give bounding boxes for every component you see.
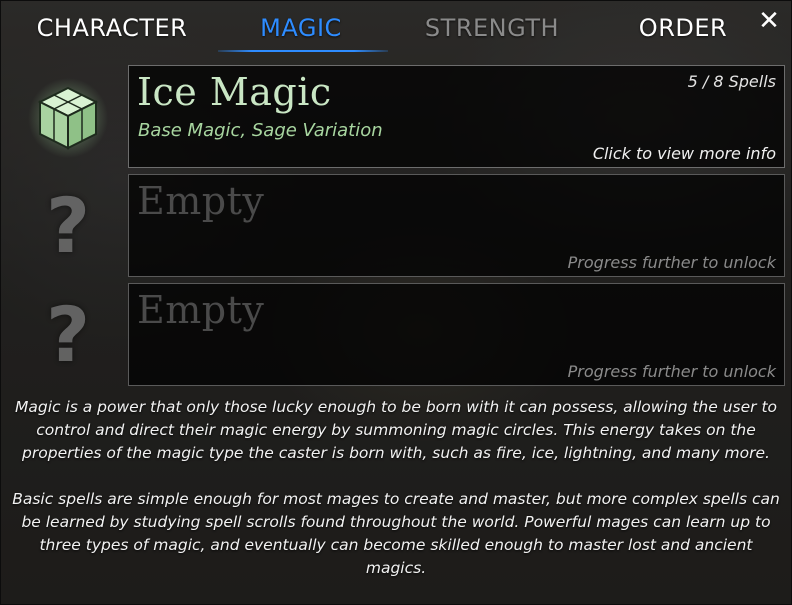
magic-slot-ice[interactable]: Ice Magic Base Magic, Sage Variation 5 /… [128, 65, 785, 168]
tab-magic[interactable]: MAGIC [214, 14, 388, 50]
locked-hint: Progress further to unlock [567, 362, 776, 381]
active-tab-underline [218, 50, 388, 52]
tab-bar: CHARACTER MAGIC STRENGTH ORDER [0, 0, 792, 60]
description-paragraph-1: Magic is a power that only those lucky e… [14, 398, 778, 462]
magic-subtitle: Base Magic, Sage Variation [138, 120, 383, 141]
close-icon[interactable]: ✕ [756, 8, 782, 34]
locked-hint: Progress further to unlock [567, 253, 776, 272]
magic-title: Ice Magic [137, 70, 332, 114]
tab-character[interactable]: CHARACTER [22, 14, 202, 50]
tab-strength[interactable]: STRENGTH [404, 14, 580, 50]
magic-description: Magic is a power that only those lucky e… [10, 396, 782, 580]
magic-slot-empty-1[interactable]: Empty Progress further to unlock [128, 174, 785, 277]
empty-slot-title: Empty [137, 288, 265, 332]
view-info-hint: Click to view more info [592, 144, 776, 163]
ice-cube-icon [28, 78, 108, 158]
tab-order[interactable]: ORDER [598, 14, 768, 50]
question-mark-icon: ? [45, 290, 91, 379]
magic-slot-empty-2[interactable]: Empty Progress further to unlock [128, 283, 785, 386]
spell-count: 5 / 8 Spells [687, 72, 776, 91]
description-paragraph-2: Basic spells are simple enough for most … [12, 490, 780, 577]
empty-slot-title: Empty [137, 179, 265, 223]
question-mark-icon: ? [45, 181, 91, 270]
